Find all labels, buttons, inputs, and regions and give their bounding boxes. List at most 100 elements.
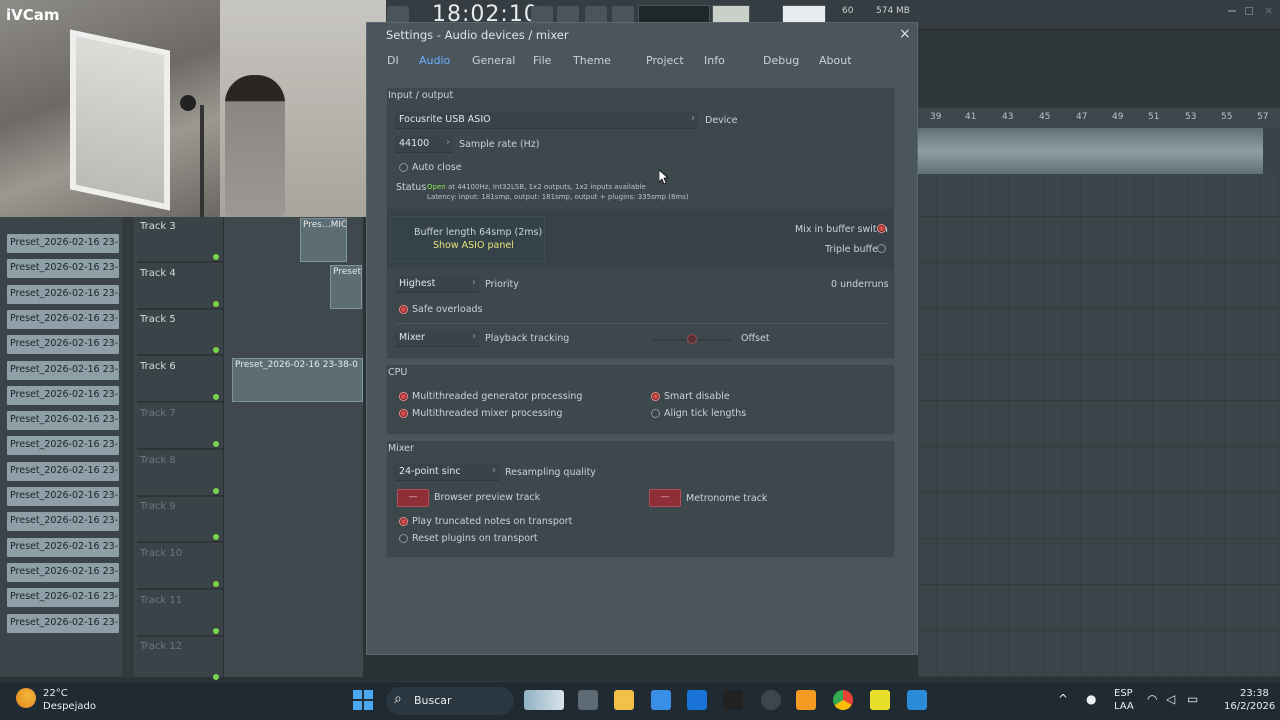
safe-overloads-radio[interactable] [399, 305, 408, 314]
tab-file[interactable]: File [533, 54, 551, 67]
volume-icon[interactable]: ◁ [1166, 692, 1175, 706]
track-header[interactable]: Track 6 [137, 357, 223, 404]
tab-midi[interactable]: DI [387, 54, 399, 67]
browser-preset-item[interactable]: Preset_2026-02-16 23-30... [7, 588, 119, 608]
track-enable-led[interactable] [213, 254, 219, 260]
wifi-icon[interactable]: ◠ [1147, 692, 1157, 706]
auto-close-radio[interactable] [399, 163, 408, 172]
battery-icon[interactable]: ▭ [1187, 692, 1198, 706]
maximize-icon[interactable] [1245, 7, 1253, 15]
mix-buffer-radio[interactable] [877, 224, 886, 233]
browser-preset-item[interactable]: Preset_2026-02-16 23-30... [7, 613, 119, 633]
tab-general[interactable]: General [472, 54, 515, 67]
track-enable-led[interactable] [213, 674, 219, 681]
resampling-select[interactable]: 24-point sinc [395, 464, 499, 481]
fl-studio-icon[interactable] [796, 690, 816, 710]
tab-info[interactable]: Info [704, 54, 725, 67]
browser-preset-item[interactable]: Preset_2026-02-16 23-22... [7, 309, 119, 329]
chevron-up-icon[interactable]: ^ [1058, 692, 1068, 706]
offset-slider-knob[interactable] [687, 334, 697, 344]
timeline-ruler[interactable]: 39 41 43 45 47 49 51 53 55 57 [918, 108, 1280, 128]
browser-preset-item[interactable]: Preset_2026-02-16 23-23... [7, 411, 119, 431]
track-header[interactable]: Track 7 [137, 404, 223, 450]
track-header[interactable]: Track 9 [137, 497, 223, 544]
browser-preset-item[interactable]: Preset_2026-02-16 23-23... [7, 436, 119, 456]
track-header[interactable]: Track 5 [137, 310, 223, 357]
photos-icon[interactable] [907, 690, 927, 710]
tab-project[interactable]: Project [646, 54, 684, 67]
browser-preset-item[interactable]: Preset_2026-02-16 23-24... [7, 487, 119, 506]
chrome-icon[interactable] [833, 690, 853, 710]
app-icon[interactable] [761, 690, 781, 710]
file-explorer-icon[interactable] [614, 690, 634, 710]
audio-clip[interactable]: Pres...MIC [300, 218, 347, 262]
track-header[interactable]: Track 3 [137, 217, 223, 263]
audio-clip[interactable]: Preset [330, 265, 362, 309]
tidal-icon[interactable] [723, 690, 743, 710]
weather-desc[interactable]: Despejado [43, 701, 96, 712]
tab-theme[interactable]: Theme [573, 54, 611, 67]
track-header[interactable]: Track 4 [137, 264, 223, 310]
multi-mix-radio[interactable] [399, 409, 408, 418]
browser-preset-item[interactable]: Preset_2026-02-16 23-22... [7, 259, 119, 279]
track-enable-led[interactable] [213, 347, 219, 354]
minimize-icon[interactable] [1228, 10, 1236, 12]
track-header[interactable]: Track 8 [137, 451, 223, 497]
browser-preset-item[interactable]: Preset_2026-02-16 23-24... [7, 461, 119, 481]
browser-preset-item[interactable]: Preset_2026-02-16 23-22... [7, 284, 119, 304]
browser-preset-item[interactable]: Preset_2026-02-16 23-24... [7, 512, 119, 532]
playback-tracking-select[interactable]: Mixer [395, 330, 479, 347]
browser-preview-track-button[interactable]: — [397, 489, 429, 507]
browser-preset-item[interactable]: Preset_2026-02-16 23-23... [7, 385, 119, 405]
task-view-icon[interactable] [578, 690, 598, 710]
search-box[interactable]: ⌕ Buscar [386, 687, 514, 715]
track-enable-led[interactable] [213, 534, 219, 541]
tab-audio[interactable]: Audio [419, 54, 450, 67]
audio-clip[interactable]: Preset_2026-02-16 23-38-0 [232, 358, 363, 402]
triple-buffer-radio[interactable] [877, 244, 886, 253]
track-header[interactable]: Track 10 [137, 544, 223, 590]
track-enable-led[interactable] [213, 580, 219, 587]
tab-about[interactable]: About [819, 54, 852, 67]
track-enable-led[interactable] [213, 627, 219, 634]
track-enable-led[interactable] [213, 300, 219, 307]
outlook-icon[interactable] [687, 690, 707, 710]
metronome-track-button[interactable]: — [649, 489, 681, 507]
device-select[interactable]: Focusrite USB ASIO [395, 112, 698, 129]
smart-disable-radio[interactable] [651, 392, 660, 401]
close-icon[interactable]: × [1264, 4, 1273, 17]
language-code[interactable]: ESP [1114, 688, 1133, 699]
tab-debug[interactable]: Debug [763, 54, 799, 67]
microphone-icon[interactable]: ● [1086, 692, 1096, 706]
playlist-grid[interactable] [918, 174, 1280, 677]
clock-time[interactable]: 23:38 [1240, 688, 1269, 699]
multi-gen-radio[interactable] [399, 392, 408, 401]
store-icon[interactable] [651, 690, 671, 710]
browser-preset-item[interactable]: Preset_2026-02-16 23-22... [7, 360, 119, 380]
browser-preset-item[interactable]: Preset_2026-02-16 23-29... [7, 562, 119, 582]
start-icon[interactable] [353, 690, 373, 710]
weather-icon[interactable] [16, 688, 36, 708]
reset-plugins-radio[interactable] [399, 534, 408, 543]
search-highlight-icon[interactable] [524, 690, 564, 710]
browser-preset-item[interactable]: Preset_2026-02-16 23-28... [7, 537, 119, 557]
browser-preset-item[interactable]: Preset_2026-02-16 23-22... [7, 335, 119, 355]
track-header[interactable]: Track 11 [137, 591, 223, 637]
priority-select[interactable]: Highest [395, 276, 479, 293]
track-enable-led[interactable] [213, 440, 219, 447]
browser-preset-item[interactable]: Preset_2026-02-16 23-21... [7, 234, 119, 253]
buffer-box[interactable] [390, 216, 545, 262]
track-header[interactable]: Track 12 [137, 637, 223, 684]
browser-scrollbar[interactable] [122, 217, 134, 677]
play-truncated-radio[interactable] [399, 517, 408, 526]
track-enable-led[interactable] [213, 394, 219, 401]
weather-temp[interactable]: 22°C [43, 688, 68, 699]
clock-date[interactable]: 16/2/2026 [1224, 701, 1275, 712]
task-app-icon[interactable] [870, 690, 890, 710]
settings-close-button[interactable]: × [899, 26, 911, 42]
align-tick-radio[interactable] [651, 409, 660, 418]
audio-waveform-clip[interactable] [918, 128, 1263, 174]
language-layout[interactable]: LAA [1114, 701, 1134, 712]
show-asio-panel-link[interactable]: Show ASIO panel [433, 240, 514, 251]
sample-rate-select[interactable]: 44100 [395, 136, 453, 153]
